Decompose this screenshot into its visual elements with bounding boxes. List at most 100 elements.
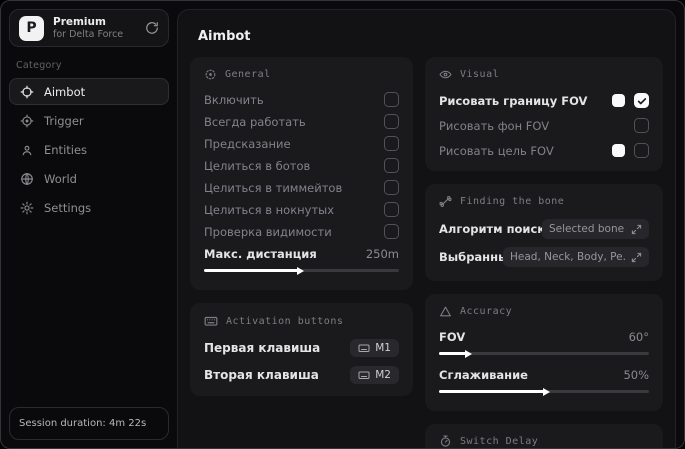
bone-algorithm-value: Selected bone — [549, 223, 625, 235]
logo-letter: P — [26, 20, 37, 36]
smoothing-label: Сглаживание — [439, 367, 528, 382]
fov-border-label: Рисовать границу FOV — [439, 93, 588, 108]
brand-subtitle: for Delta Force — [53, 29, 124, 40]
max-distance-label: Макс. дистанция — [204, 246, 317, 261]
keybind-row: Вторая клавиша M2 — [204, 366, 399, 384]
main-panel: Aimbot General Включить Всегда работать … — [177, 9, 676, 448]
keyboard-icon — [358, 369, 370, 381]
visual-card-title: Visual — [460, 69, 500, 80]
scope-icon — [204, 68, 217, 81]
setting-label: Включить — [204, 92, 264, 107]
setting-label: Целиться в ботов — [204, 158, 311, 173]
target-teammates-checkbox[interactable] — [384, 180, 399, 195]
first-key-button[interactable]: M1 — [350, 339, 399, 357]
max-distance-value: 250m — [365, 246, 399, 261]
fov-target-checkbox[interactable] — [634, 143, 649, 158]
max-distance-slider[interactable] — [204, 266, 399, 275]
switch-delay-card-title: Switch Delay — [460, 436, 539, 447]
sidebar-item-label: World — [44, 171, 77, 186]
sidebar-item-label: Trigger — [44, 113, 84, 128]
keybind-row: Первая клавиша M1 — [204, 339, 399, 357]
setting-label: Предсказание — [204, 136, 291, 151]
setting-label: Целиться в тиммейтов — [204, 180, 343, 195]
selected-bones-dropdown[interactable]: Head, Neck, Body, Pe.. — [503, 247, 649, 267]
sidebar-item-entities[interactable]: Entities — [9, 136, 169, 163]
second-key-value: M2 — [375, 369, 391, 381]
second-key-label: Вторая клавиша — [204, 368, 319, 382]
setting-label: Целиться в нокнутых — [204, 202, 335, 217]
sidebar-item-trigger[interactable]: Trigger — [9, 107, 169, 134]
fov-target-label: Рисовать цель FOV — [439, 143, 554, 158]
session-duration-text: Session duration: 4m 22s — [19, 418, 147, 429]
activation-card-header: Activation buttons — [204, 314, 399, 328]
smoothing-slider-group: Сглаживание 50% — [439, 367, 649, 396]
page-title: Aimbot — [198, 29, 251, 44]
activation-card-title: Activation buttons — [226, 315, 344, 327]
visibility-check-checkbox[interactable] — [384, 224, 399, 239]
trigger-icon — [20, 114, 34, 128]
setting-row: Проверка видимости — [204, 224, 399, 239]
setting-row: Предсказание — [204, 136, 399, 151]
general-card: General Включить Всегда работать Предска… — [190, 57, 413, 290]
accuracy-card-title: Accuracy — [460, 306, 513, 317]
setting-row: Целиться в ботов — [204, 158, 399, 173]
globe-icon — [20, 172, 34, 186]
target-bots-checkbox[interactable] — [384, 158, 399, 173]
enable-checkbox[interactable] — [384, 92, 399, 107]
fov-slider[interactable] — [439, 349, 649, 358]
slider-thumb[interactable] — [465, 349, 473, 358]
fov-border-color-swatch[interactable] — [612, 94, 625, 107]
target-knocked-checkbox[interactable] — [384, 202, 399, 217]
eye-icon — [439, 68, 452, 81]
fov-border-checkbox[interactable] — [634, 93, 649, 108]
bone-icon — [439, 195, 452, 208]
slider-thumb[interactable] — [296, 266, 304, 275]
accuracy-card: Accuracy FOV 60° Сглаживание 50% — [425, 294, 663, 411]
triangle-icon — [439, 305, 452, 318]
setting-row: FOV 60° — [439, 329, 649, 344]
fov-label: FOV — [439, 329, 466, 344]
setting-label: Проверка видимости — [204, 224, 332, 239]
category-label: Category — [16, 60, 62, 71]
fov-slider-group: FOV 60° — [439, 329, 649, 358]
brand-text: Premium for Delta Force — [53, 16, 136, 40]
crosshair-icon — [20, 85, 34, 99]
selected-bones-label: Выбранные кос — [439, 250, 503, 264]
fov-background-label: Рисовать фон FOV — [439, 118, 550, 133]
activation-buttons-card: Activation buttons Первая клавиша M1 Вто… — [190, 303, 413, 396]
app-window: P Premium for Delta Force Category Aimbo… — [0, 0, 685, 449]
always-work-checkbox[interactable] — [384, 114, 399, 129]
fov-target-color-swatch[interactable] — [612, 144, 625, 157]
setting-row: Макс. дистанция 250m — [204, 246, 399, 261]
second-key-button[interactable]: M2 — [350, 366, 399, 384]
app-logo: P — [19, 15, 44, 41]
gear-icon — [20, 201, 34, 215]
setting-row: Целиться в тиммейтов — [204, 180, 399, 195]
session-duration-box: Session duration: 4m 22s — [9, 407, 169, 440]
bone-algorithm-row: Алгоритм поиска кост Selected bone — [439, 219, 649, 239]
switch-delay-card-header: Switch Delay — [439, 435, 649, 448]
sidebar-item-world[interactable]: World — [9, 165, 169, 192]
slider-thumb[interactable] — [543, 387, 550, 396]
sidebar-item-settings[interactable]: Settings — [9, 194, 169, 221]
sync-icon[interactable] — [145, 21, 159, 35]
fov-value: 60° — [628, 329, 649, 344]
sidebar-item-label: Settings — [44, 200, 92, 215]
general-card-title: General — [225, 69, 271, 80]
bone-card-title: Finding the bone — [460, 196, 565, 207]
first-key-label: Первая клавиша — [204, 341, 321, 355]
sidebar: P Premium for Delta Force Category Aimbo… — [1, 1, 177, 448]
general-card-header: General — [204, 68, 399, 81]
visual-card: Visual Рисовать границу FOV Рисовать фон… — [425, 57, 663, 171]
prediction-checkbox[interactable] — [384, 136, 399, 151]
switch-delay-card: Switch Delay Задержка переключения Задер… — [425, 424, 663, 448]
fov-background-checkbox[interactable] — [634, 118, 649, 133]
bone-algorithm-dropdown[interactable]: Selected bone — [542, 219, 649, 239]
sidebar-item-aimbot[interactable]: Aimbot — [9, 78, 169, 105]
smoothing-value: 50% — [623, 367, 649, 382]
finding-bone-card: Finding the bone Алгоритм поиска кост Se… — [425, 184, 663, 281]
setting-row: Сглаживание 50% — [439, 367, 649, 382]
setting-row: Рисовать цель FOV — [439, 142, 649, 159]
smoothing-slider[interactable] — [439, 387, 649, 396]
keyboard-icon — [204, 314, 218, 328]
